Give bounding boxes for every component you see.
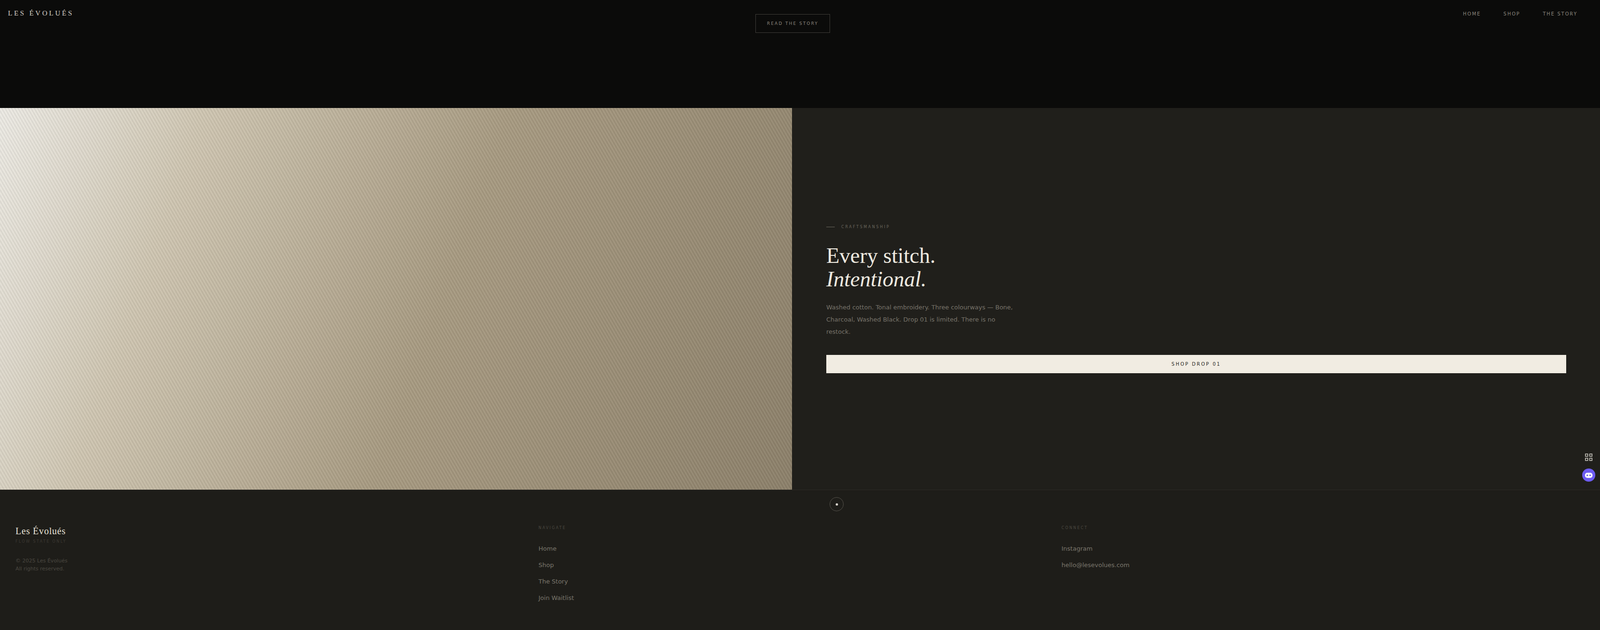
grid-icon[interactable] — [1584, 453, 1593, 462]
rights: All rights reserved. — [15, 564, 539, 573]
chatbot-icon[interactable] — [1582, 468, 1596, 482]
logo[interactable]: LES ÉVOLUÉS — [7, 8, 756, 18]
footer-link[interactable]: The Story — [538, 573, 1062, 590]
copyright: © 2025 Les Évolués — [15, 556, 539, 565]
product-photo — [0, 107, 793, 490]
site-header: LES ÉVOLUÉSREAD THE STORY HOME SHOP THE STO… — [0, 0, 1600, 108]
nav-item[interactable]: SHOP — [1503, 11, 1521, 17]
tagline: FLOW STATE ONLY — [15, 539, 539, 544]
footer-link[interactable]: Shop — [538, 556, 1062, 574]
footer-column: NAVIGATE HomeShopThe StoryJoin Waitlist — [538, 525, 1062, 616]
eyebrow: CRAFTSMANSHIP — [826, 224, 1567, 230]
floating-widgets — [1582, 453, 1596, 482]
hero-panel: CRAFTSMANSHIP Every stitch.Intentional. Wa… — [792, 107, 1600, 490]
nav-item[interactable]: THE STORY — [1542, 11, 1578, 17]
read-story-button[interactable]: READ THE STORY — [755, 14, 831, 33]
dot-icon — [835, 503, 839, 506]
nav-item[interactable]: HOME — [1462, 11, 1481, 17]
hero-section: CRAFTSMANSHIP Every stitch.Intentional. Wa… — [0, 107, 1600, 490]
back-to-top-button[interactable] — [829, 497, 844, 512]
eyebrow-line — [826, 226, 835, 228]
shop-button[interactable]: SHOP DROP 01 — [826, 354, 1567, 374]
footer-heading: CONNECT — [1061, 525, 1585, 531]
hero-description: Washed cotton. Tonal embroidery. Three c… — [826, 301, 1015, 339]
site-footer: Les Évolués FLOW STATE ONLY © 2025 Les Évo… — [0, 489, 1600, 630]
page: LES ÉVOLUÉSREAD THE STORY HOME SHOP THE STO… — [0, 0, 1600, 630]
footer-heading: NAVIGATE — [538, 525, 1062, 531]
footer-column: CONNECT Instagramhello@lesevolues.com — [1061, 525, 1585, 616]
footer-link[interactable]: Home — [538, 540, 1062, 557]
main-nav: HOME SHOP THE STORY — [830, 8, 1578, 17]
footer-link[interactable]: Join Waitlist — [538, 589, 1062, 607]
hero-title: Every stitch.Intentional. — [826, 244, 1567, 292]
footer-link[interactable]: Instagram — [1061, 540, 1585, 557]
footer-brand: Les Évolués FLOW STATE ONLY © 2025 Les Évo… — [15, 525, 539, 616]
footer-logo[interactable]: Les Évolués — [15, 525, 539, 537]
footer-link[interactable]: hello@lesevolues.com — [1061, 556, 1585, 574]
